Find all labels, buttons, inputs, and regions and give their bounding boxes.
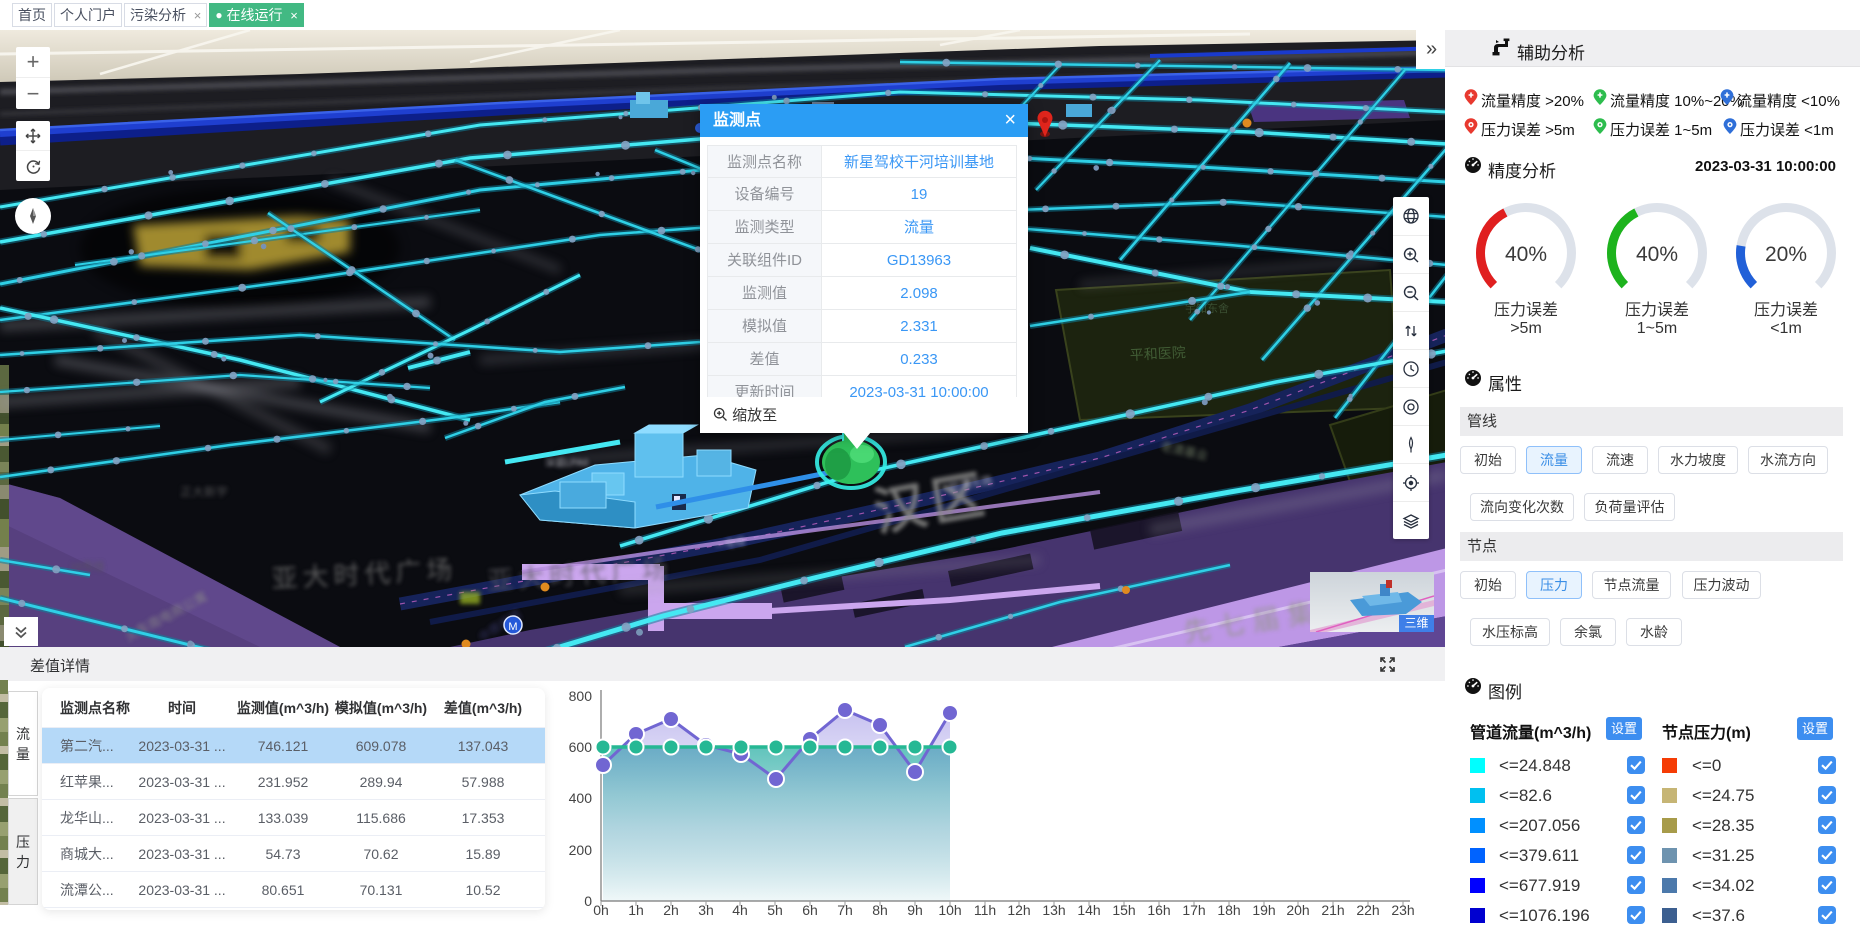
svg-text:40%: 40% [1505,243,1547,266]
svg-text:14h: 14h [1077,902,1100,917]
svg-text:1h: 1h [628,902,644,917]
svg-text:5h: 5h [767,902,783,917]
svg-text:8h: 8h [872,902,888,917]
svg-text:3h: 3h [698,902,714,917]
svg-text:40%: 40% [1636,243,1678,266]
svg-text:正大新宇: 正大新宇 [180,484,228,499]
svg-text:20h: 20h [1286,902,1309,917]
svg-text:2h: 2h [663,902,679,917]
svg-text:<1m: <1m [1770,320,1802,337]
svg-text:7h: 7h [837,902,853,917]
svg-text:19h: 19h [1252,902,1275,917]
svg-text:压力误差: 压力误差 [1754,301,1818,319]
svg-text:4h: 4h [732,902,748,917]
svg-text:6h: 6h [802,902,818,917]
svg-text:15h: 15h [1112,902,1135,917]
svg-text:22h: 22h [1356,902,1379,917]
svg-text:18h: 18h [1217,902,1240,917]
svg-text:9h: 9h [907,902,923,917]
svg-text:400: 400 [569,790,593,806]
svg-text:10h: 10h [938,902,961,917]
svg-text:平和医院: 平和医院 [1129,344,1186,363]
svg-text:21h: 21h [1321,902,1344,917]
svg-text:800: 800 [569,688,593,704]
svg-text:20%: 20% [1765,243,1807,266]
svg-text:200: 200 [569,842,593,858]
svg-text:压力误差: 压力误差 [1625,301,1689,319]
svg-text:23h: 23h [1391,902,1414,917]
svg-text:16h: 16h [1147,902,1170,917]
svg-text:>5m: >5m [1510,320,1542,337]
svg-text:0: 0 [584,893,592,909]
svg-text:11h: 11h [974,902,996,917]
svg-text:600: 600 [569,739,593,755]
svg-text:M: M [508,621,517,633]
svg-text:12h: 12h [1007,902,1030,917]
svg-text:压力误差: 压力误差 [1494,301,1558,319]
svg-text:0h: 0h [593,902,609,917]
svg-text:13h: 13h [1042,902,1065,917]
svg-text:1~5m: 1~5m [1637,320,1677,337]
svg-text:17h: 17h [1182,902,1205,917]
